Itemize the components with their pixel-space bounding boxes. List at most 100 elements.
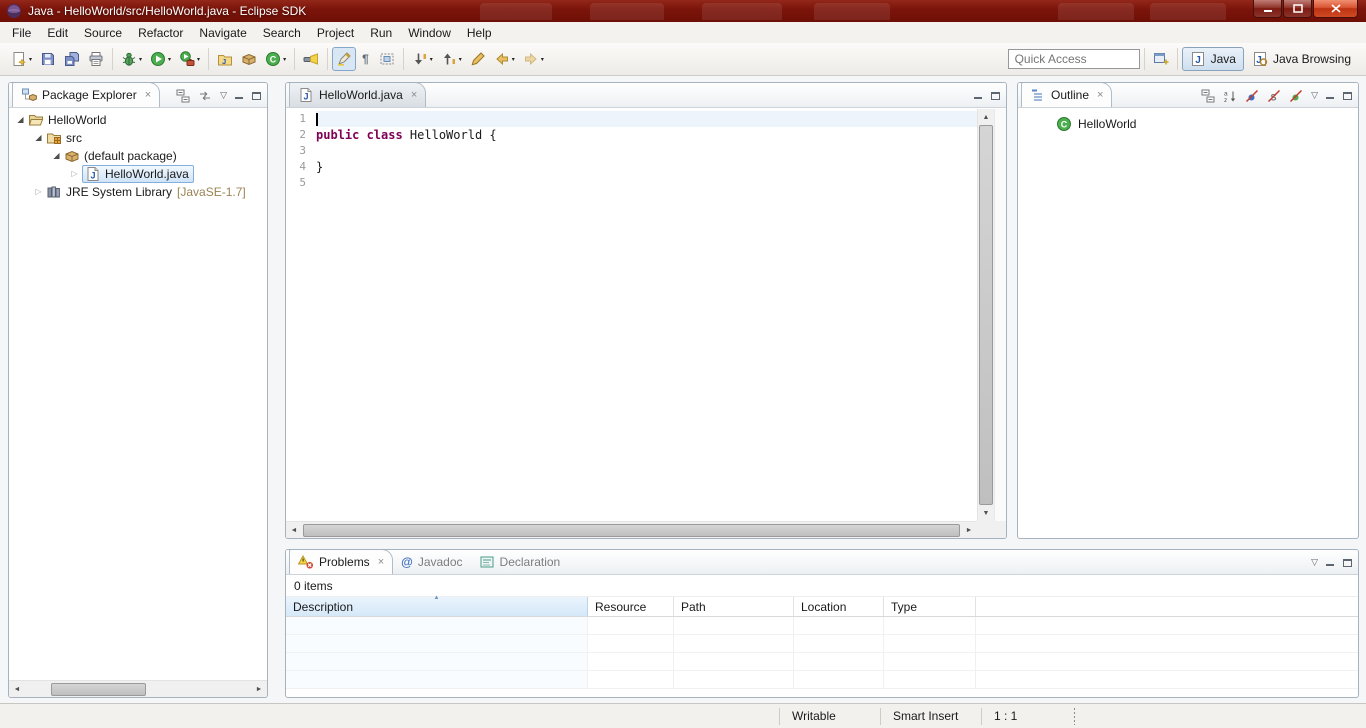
run-button[interactable]: ▾	[146, 47, 175, 71]
line-number[interactable]: 5	[286, 175, 316, 191]
tree-collapsed-icon[interactable]: ▷	[67, 165, 82, 183]
dropdown-arrow-icon[interactable]: ▾	[430, 56, 433, 63]
java-perspective-button[interactable]: J Java	[1182, 47, 1244, 71]
view-menu-icon[interactable]: ▽	[220, 91, 227, 100]
back-button[interactable]: ▾	[490, 47, 519, 71]
search-button[interactable]	[299, 47, 323, 71]
scrollbar-thumb[interactable]	[303, 524, 960, 537]
close-icon[interactable]: ×	[145, 90, 151, 101]
dropdown-arrow-icon[interactable]: ▾	[283, 56, 286, 63]
scrollbar-thumb[interactable]	[979, 125, 993, 505]
minimize-view-icon[interactable]	[1326, 91, 1335, 100]
menu-navigate[interactable]: Navigate	[191, 24, 254, 42]
new-java-package-button[interactable]	[237, 47, 261, 71]
tab-problems[interactable]: Problems ×	[289, 549, 393, 574]
menu-source[interactable]: Source	[76, 24, 130, 42]
maximize-window-button[interactable]	[1283, 0, 1312, 18]
next-annotation-button[interactable]: ▾	[408, 47, 437, 71]
quick-access-input[interactable]	[1008, 49, 1140, 69]
dropdown-arrow-icon[interactable]: ▾	[197, 56, 200, 63]
maximize-view-icon[interactable]	[991, 92, 1000, 100]
java-browsing-perspective-button[interactable]: J Java Browsing	[1244, 47, 1359, 71]
dropdown-arrow-icon[interactable]: ▾	[541, 56, 544, 63]
maximize-view-icon[interactable]	[1343, 559, 1352, 567]
column-header-location[interactable]: Location	[794, 597, 884, 616]
new-wizard-button[interactable]: ▾	[7, 47, 36, 71]
scroll-up-icon[interactable]: ▲	[978, 109, 994, 125]
previous-annotation-button[interactable]: ▾	[437, 47, 466, 71]
tree-expanded-icon[interactable]: ◢	[13, 111, 28, 129]
hide-non-public-members-icon[interactable]	[1289, 89, 1303, 103]
menu-project[interactable]: Project	[309, 24, 362, 42]
tree-item-default-package[interactable]: ◢ (default package)	[9, 147, 267, 165]
close-window-button[interactable]	[1313, 0, 1358, 18]
show-whitespace-toggle[interactable]: ¶	[356, 47, 375, 71]
selected-tree-item[interactable]: J HelloWorld.java	[82, 165, 194, 183]
menu-help[interactable]: Help	[459, 24, 500, 42]
run-external-tools-button[interactable]: ▾	[175, 47, 204, 71]
menu-edit[interactable]: Edit	[39, 24, 76, 42]
scroll-right-icon[interactable]: ►	[251, 681, 267, 697]
dropdown-arrow-icon[interactable]: ▾	[512, 56, 515, 63]
debug-button[interactable]: ▾	[117, 47, 146, 71]
maximize-view-icon[interactable]	[252, 92, 261, 100]
tree-expanded-icon[interactable]: ◢	[49, 147, 64, 165]
title-bar[interactable]: Java - HelloWorld/src/HelloWorld.java - …	[0, 0, 1366, 22]
tab-package-explorer[interactable]: Package Explorer ×	[12, 82, 160, 107]
code-editor[interactable]: 1 2 public class HelloWorld { 3 4 }	[286, 109, 977, 521]
save-button[interactable]	[36, 47, 60, 71]
collapse-all-icon[interactable]	[176, 89, 190, 103]
column-header-resource[interactable]: Resource	[588, 597, 674, 616]
block-selection-toggle[interactable]	[375, 47, 399, 71]
tab-javadoc[interactable]: @ Javadoc	[393, 549, 470, 574]
close-icon[interactable]: ×	[411, 90, 417, 101]
scroll-left-icon[interactable]: ◄	[9, 681, 25, 697]
hide-static-members-icon[interactable]: S	[1267, 89, 1281, 103]
scroll-down-icon[interactable]: ▼	[978, 505, 994, 521]
minimize-view-icon[interactable]	[235, 91, 244, 100]
sort-icon[interactable]: az	[1223, 89, 1237, 103]
line-number[interactable]: 2	[286, 127, 316, 143]
tab-outline[interactable]: Outline ×	[1021, 82, 1112, 107]
dropdown-arrow-icon[interactable]: ▾	[139, 56, 142, 63]
dropdown-arrow-icon[interactable]: ▾	[459, 56, 462, 63]
hide-fields-icon[interactable]	[1245, 89, 1259, 103]
view-menu-icon[interactable]: ▽	[1311, 558, 1318, 567]
forward-button[interactable]: ▾	[519, 47, 548, 71]
column-header-path[interactable]: Path	[674, 597, 794, 616]
menu-refactor[interactable]: Refactor	[130, 24, 191, 42]
overview-ruler[interactable]	[994, 109, 1006, 521]
editor-horizontal-scrollbar[interactable]: ◄ ►	[286, 521, 977, 538]
close-icon[interactable]: ×	[378, 557, 384, 568]
minimize-view-icon[interactable]	[974, 91, 983, 100]
dropdown-arrow-icon[interactable]: ▾	[168, 56, 171, 63]
menu-search[interactable]: Search	[255, 24, 309, 42]
outline-item-helloworld[interactable]: C HelloWorld	[1018, 114, 1358, 133]
menu-run[interactable]: Run	[362, 24, 400, 42]
collapse-all-icon[interactable]	[1201, 89, 1215, 103]
scrollbar-thumb[interactable]	[51, 683, 146, 696]
column-header-description[interactable]: ▲ Description	[286, 597, 588, 616]
link-with-editor-icon[interactable]	[198, 89, 212, 103]
open-perspective-button[interactable]	[1149, 47, 1173, 71]
menu-file[interactable]: File	[4, 24, 39, 42]
minimize-view-icon[interactable]	[1326, 558, 1335, 567]
save-all-button[interactable]	[60, 47, 84, 71]
tree-expanded-icon[interactable]: ◢	[31, 129, 46, 147]
minimize-window-button[interactable]	[1253, 0, 1282, 18]
editor-vertical-scrollbar[interactable]: ▲ ▼	[977, 109, 994, 521]
close-icon[interactable]: ×	[1097, 90, 1103, 101]
line-number[interactable]: 1	[286, 111, 316, 127]
view-menu-icon[interactable]: ▽	[1311, 91, 1318, 100]
maximize-view-icon[interactable]	[1343, 92, 1352, 100]
new-java-project-button[interactable]: J	[213, 47, 237, 71]
mark-occurrences-toggle[interactable]	[332, 47, 356, 71]
menu-window[interactable]: Window	[400, 24, 459, 42]
tree-item-src[interactable]: ◢ src	[9, 129, 267, 147]
print-button[interactable]	[84, 47, 108, 71]
tree-item-project-helloworld[interactable]: ◢ HelloWorld	[9, 111, 267, 129]
tree-collapsed-icon[interactable]: ▷	[31, 183, 46, 201]
tab-declaration[interactable]: Declaration	[471, 549, 569, 574]
tree-item-helloworld-java[interactable]: ▷ J HelloWorld.java	[9, 165, 267, 183]
scroll-left-icon[interactable]: ◄	[286, 522, 302, 538]
